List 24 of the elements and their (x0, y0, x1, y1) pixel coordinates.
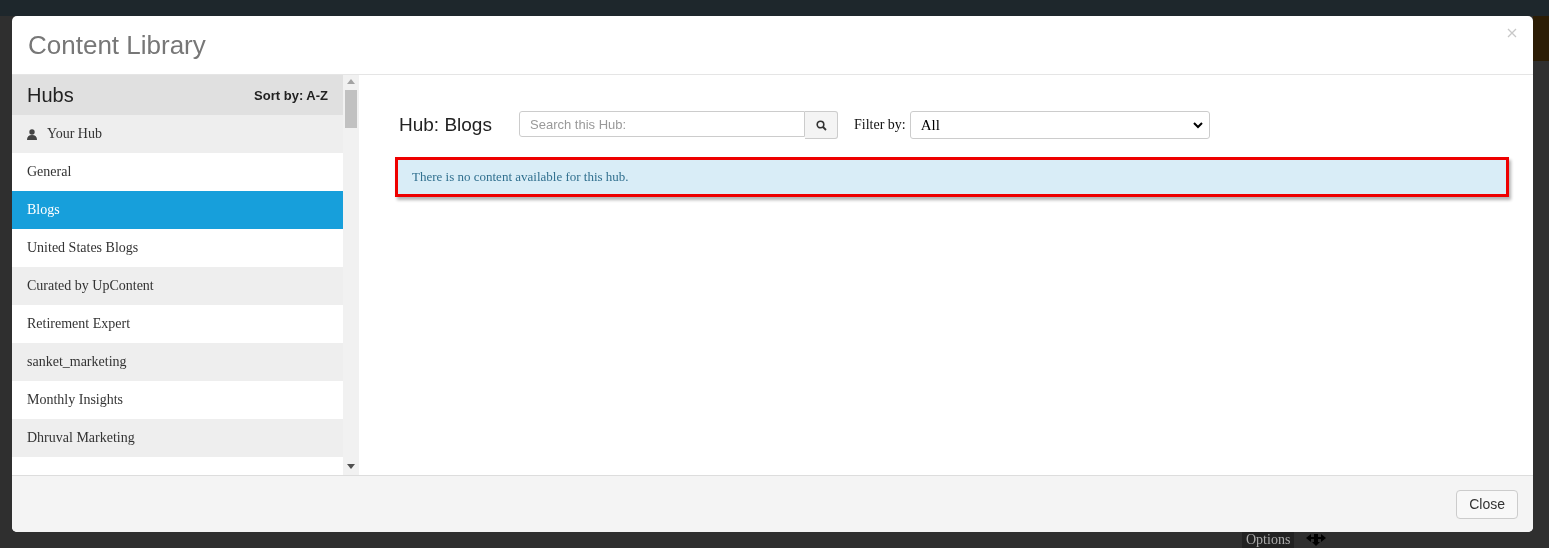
filter-dropdown[interactable]: All (909, 111, 1210, 139)
hub-item[interactable]: Your Hub (12, 115, 343, 153)
info-message: There is no content available for this hub. (395, 157, 1509, 197)
user-icon (27, 128, 37, 140)
search-icon (815, 119, 827, 131)
scroll-thumb[interactable] (345, 90, 357, 128)
hub-title: Hub: Blogs (399, 114, 493, 136)
hub-item[interactable]: Dhruval Marketing (12, 419, 343, 457)
chevron-icon (1192, 121, 1203, 129)
search-button[interactable] (805, 111, 838, 139)
search-field[interactable]: Search this Hub: (519, 111, 805, 137)
filter-label: Filter by: (854, 117, 906, 133)
sort-link[interactable]: Sort by: A-Z (254, 87, 328, 103)
scroll-down-icon[interactable] (347, 464, 355, 469)
header-banner (1533, 16, 1549, 61)
close-button[interactable]: Close (1456, 489, 1518, 519)
modal-title: Content Library (28, 29, 206, 61)
scrollbar[interactable] (343, 75, 359, 475)
hub-item[interactable]: Curated by UpContent (12, 267, 343, 305)
options-menu[interactable]: Options (1242, 532, 1295, 548)
hub-item[interactable]: sanket_marketing (12, 343, 343, 381)
close-icon[interactable] (1507, 28, 1517, 38)
scroll-up-icon[interactable] (347, 79, 355, 84)
sidebar-title: Hubs (27, 83, 74, 107)
